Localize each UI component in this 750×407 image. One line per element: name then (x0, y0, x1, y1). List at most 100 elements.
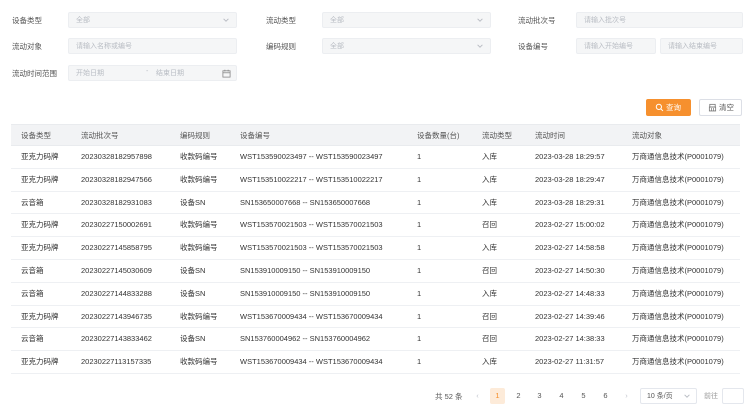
cell-flow-time: 2023-02-27 14:39:46 (535, 311, 605, 321)
device-no-start-placeholder: 请输入开始编号 (584, 43, 633, 50)
cell-batch-no: 20230227145858795 (81, 243, 152, 253)
query-button-label: 查询 (666, 103, 681, 112)
cell-code-rule: 设备SN (180, 197, 206, 207)
flow-type-select[interactable]: 全部 (322, 12, 491, 28)
cell-flow-type: 入库 (482, 243, 497, 253)
cell-device-type: 亚克力码牌 (21, 220, 59, 230)
flow-records-table: 设备类型 流动批次号 编码规则 设备编号 设备数量(台) 流动类型 流动时间 流… (11, 124, 740, 374)
table-body: 亚克力码牌 20230328182957898 收款码编号 WST1535900234… (11, 146, 740, 374)
table-row: 亚克力码牌 20230227113157335 收款码编号 WST1536700094… (11, 351, 740, 374)
cell-batch-no: 20230328182947566 (81, 174, 152, 184)
flow-type-label: 流动类型 (266, 16, 296, 25)
col-header-batch-no: 流动批次号 (81, 131, 119, 140)
col-header-device-no: 设备编号 (240, 131, 270, 140)
cell-quantity: 1 (417, 265, 422, 275)
cell-flow-object: 万商通信息技术(P0001079) (632, 265, 724, 275)
table-row: 亚克力码牌 20230328182947566 收款码编号 WST1535100222… (11, 169, 740, 192)
cell-quantity: 1 (417, 220, 422, 230)
cell-device-no: WST153590023497 -- WST153590023497 (240, 152, 383, 161)
col-header-flow-object: 流动对象 (632, 131, 662, 140)
device-no-start-input[interactable]: 请输入开始编号 (576, 38, 656, 54)
query-button[interactable]: 查询 (646, 99, 691, 116)
cell-device-no: WST153570021503 -- WST153570021503 (240, 243, 383, 253)
page-1-button[interactable]: 1 (490, 388, 505, 404)
table-header-row: 设备类型 流动批次号 编码规则 设备编号 设备数量(台) 流动类型 流动时间 流… (11, 124, 740, 146)
chevron-down-icon (477, 18, 483, 22)
jump-to-page-input[interactable] (722, 388, 744, 404)
calendar-icon (222, 69, 231, 78)
cell-flow-object: 万商通信息技术(P0001079) (632, 357, 724, 367)
cell-flow-type: 入库 (482, 357, 497, 367)
cell-batch-no: 20230227113157335 (81, 357, 152, 367)
time-range-separator: - (146, 68, 149, 75)
cell-code-rule: 收款码编号 (180, 174, 218, 184)
clear-icon (708, 103, 717, 112)
table-row: 亚克力码牌 20230227145858795 收款码编号 WST1535700215… (11, 237, 740, 260)
page-size-select[interactable]: 10 条/页 (640, 388, 697, 404)
cell-flow-time: 2023-03-28 18:29:47 (535, 174, 605, 184)
cell-device-type: 亚克力码牌 (21, 311, 59, 321)
cell-batch-no: 20230227150002691 (81, 220, 152, 230)
pagination-total: 共 52 条 (435, 392, 463, 401)
page-3-button[interactable]: 3 (532, 388, 547, 404)
cell-flow-object: 万商通信息技术(P0001079) (632, 220, 724, 230)
clear-button-label: 清空 (719, 103, 734, 112)
code-rule-select[interactable]: 全部 (322, 38, 491, 54)
table-row: 亚克力码牌 20230227143946735 收款码编号 WST1536700094… (11, 306, 740, 329)
cell-flow-time: 2023-03-28 18:29:31 (535, 197, 605, 207)
cell-flow-time: 2023-02-27 11:31:57 (535, 357, 605, 367)
page-4-button[interactable]: 4 (554, 388, 569, 404)
cell-code-rule: 收款码编号 (180, 357, 218, 367)
cell-quantity: 1 (417, 357, 422, 367)
cell-quantity: 1 (417, 174, 422, 184)
cell-quantity: 1 (417, 334, 422, 344)
cell-device-no: WST153570021503 -- WST153570021503 (240, 220, 383, 230)
cell-quantity: 1 (417, 288, 422, 298)
col-header-flow-time: 流动时间 (535, 131, 565, 140)
device-type-select[interactable]: 全部 (68, 12, 237, 28)
cell-quantity: 1 (417, 243, 422, 253)
device-type-value: 全部 (76, 17, 90, 24)
cell-batch-no: 20230328182957898 (81, 152, 152, 161)
page-6-button[interactable]: 6 (598, 388, 613, 404)
time-range-picker[interactable]: 开始日期 - 结束日期 (68, 65, 237, 81)
batch-no-input[interactable]: 请输入批次号 (576, 12, 743, 28)
chevron-down-icon (477, 44, 483, 48)
chevron-down-icon (684, 394, 690, 398)
search-icon (655, 103, 664, 112)
cell-batch-no: 20230227143946735 (81, 311, 152, 321)
cell-flow-object: 万商通信息技术(P0001079) (632, 197, 724, 207)
clear-button[interactable]: 清空 (699, 99, 742, 116)
code-rule-label: 编码规则 (266, 42, 296, 51)
cell-flow-time: 2023-02-27 15:00:02 (535, 220, 605, 230)
cell-device-type: 亚克力码牌 (21, 174, 59, 184)
cell-device-no: SN153760004962 -- SN153760004962 (240, 334, 371, 344)
cell-flow-type: 入库 (482, 197, 497, 207)
next-page-button[interactable]: › (619, 388, 634, 404)
jump-to-label: 前往 (704, 393, 718, 400)
page-5-button[interactable]: 5 (576, 388, 591, 404)
device-no-label: 设备编号 (518, 42, 548, 51)
page-2-button[interactable]: 2 (511, 388, 526, 404)
cell-flow-time: 2023-03-28 18:29:57 (535, 152, 605, 161)
cell-flow-type: 入库 (482, 152, 497, 161)
cell-flow-type: 召回 (482, 311, 497, 321)
cell-device-type: 云音箱 (21, 288, 44, 298)
flow-type-value: 全部 (330, 17, 344, 24)
table-row: 亚克力码牌 20230328182957898 收款码编号 WST1535900234… (11, 146, 740, 169)
cell-flow-object: 万商通信息技术(P0001079) (632, 174, 724, 184)
table-row: 云音箱 20230227144833288 设备SN SN153910009150 -… (11, 283, 740, 306)
col-header-device-type: 设备类型 (21, 131, 51, 140)
time-range-label: 流动时间范围 (12, 69, 57, 78)
table-row: 云音箱 20230227143833462 设备SN SN153760004962 -… (11, 328, 740, 352)
col-header-code-rule: 编码规则 (180, 131, 210, 140)
batch-no-placeholder: 请输入批次号 (584, 17, 626, 24)
cell-device-no: WST153670009434 -- WST153670009434 (240, 357, 383, 367)
flow-object-input[interactable]: 请输入名称或编号 (68, 38, 237, 54)
cell-device-no: WST153670009434 -- WST153670009434 (240, 311, 383, 321)
cell-code-rule: 设备SN (180, 265, 206, 275)
prev-page-button[interactable]: ‹ (470, 388, 485, 404)
device-no-end-input[interactable]: 请输入结束编号 (660, 38, 743, 54)
cell-device-type: 亚克力码牌 (21, 243, 59, 253)
cell-code-rule: 设备SN (180, 334, 206, 344)
